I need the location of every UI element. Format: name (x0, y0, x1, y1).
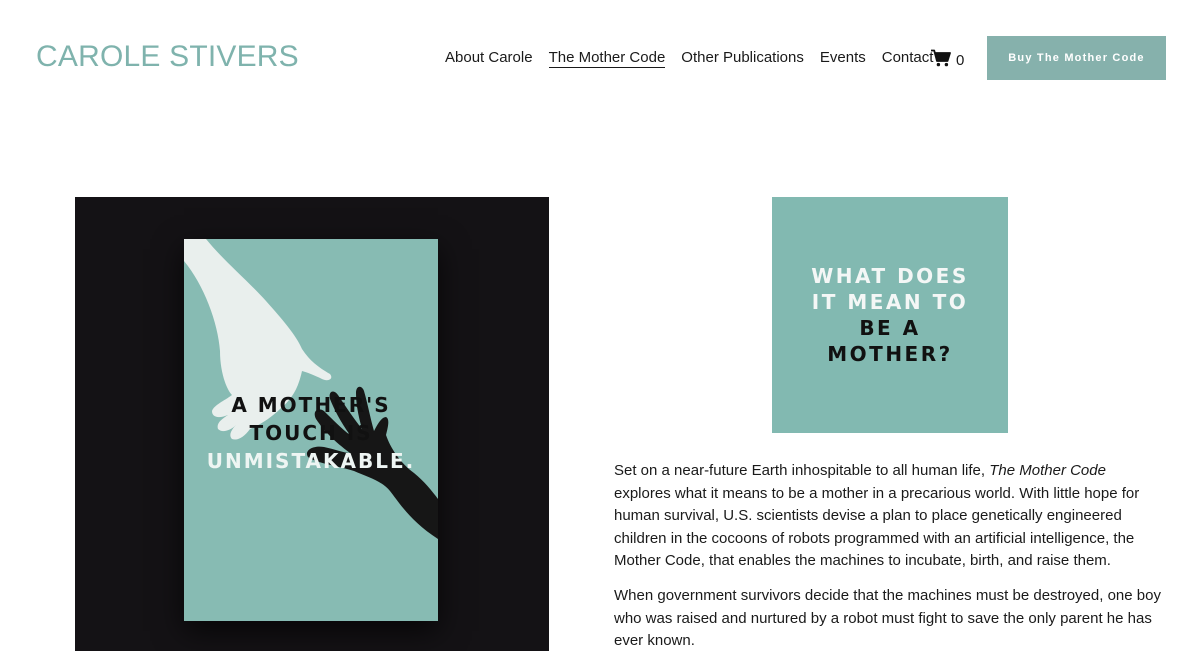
cover-headline: A MOTHER'S TOUCH IS UNMISTAKABLE. (184, 391, 438, 475)
nav-other-publications[interactable]: Other Publications (681, 49, 804, 68)
p1-rest: explores what it means to be a mother in… (614, 484, 1140, 570)
cart-count: 0 (956, 51, 965, 69)
book-description: Set on a near-future Earth inhospitable … (614, 460, 1166, 665)
p1-intro: Set on a near-future Earth inhospitable … (614, 462, 990, 479)
quote-tile: WHAT DOES IT MEAN TO BE A MOTHER? (772, 197, 1008, 433)
cover-line-3: UNMISTAKABLE. (206, 449, 416, 473)
quote-text: WHAT DOES IT MEAN TO BE A MOTHER? (811, 263, 969, 367)
nav-the-mother-code[interactable]: The Mother Code (548, 49, 666, 68)
cart-icon (931, 49, 951, 71)
nav-events[interactable]: Events (820, 49, 866, 68)
cart-link[interactable]: 0 (931, 49, 964, 71)
nav-about-carole[interactable]: About Carole (445, 49, 533, 68)
description-paragraph-1: Set on a near-future Earth inhospitable … (614, 460, 1166, 573)
cover-line-2: TOUCH IS (249, 421, 373, 445)
quote-line-3: BE A (859, 316, 921, 340)
buy-book-button[interactable]: Buy The Mother Code (987, 36, 1166, 80)
quote-line-1: WHAT DOES (811, 264, 969, 288)
book-title-italic: The Mother Code (989, 462, 1106, 479)
quote-line-4: MOTHER? (827, 342, 953, 366)
book-cover: A MOTHER'S TOUCH IS UNMISTAKABLE. (184, 239, 438, 621)
cover-line-1: A MOTHER'S (231, 393, 391, 417)
site-title[interactable]: CAROLE STIVERS (36, 40, 299, 74)
nav-contact[interactable]: Contact (882, 49, 934, 68)
quote-line-2: IT MEAN TO (811, 290, 969, 314)
book-cover-image: A MOTHER'S TOUCH IS UNMISTAKABLE. (75, 197, 549, 651)
description-paragraph-2: When government survivors decide that th… (614, 586, 1161, 650)
main-nav: About Carole The Mother Code Other Publi… (445, 49, 933, 68)
